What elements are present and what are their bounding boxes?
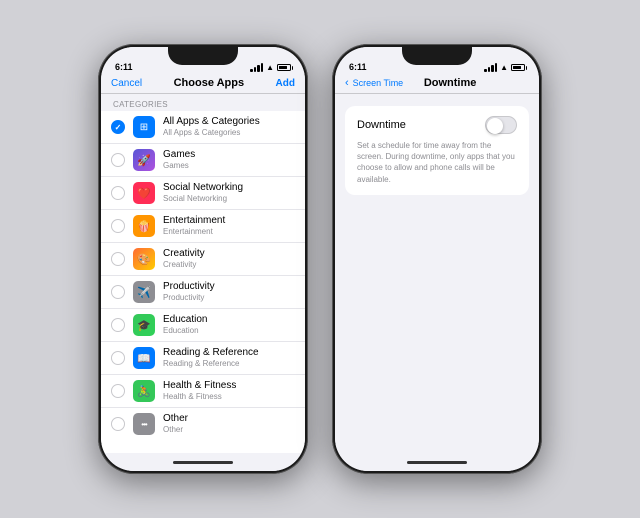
home-indicator [335, 453, 539, 471]
downtime-card: Downtime Set a schedule for time away fr… [345, 106, 529, 195]
radio-entertainment[interactable] [111, 219, 125, 233]
status-icons: ▲ [484, 63, 525, 72]
nav-bar-screentime: ‹ Screen Time Downtime [335, 75, 539, 94]
list-item[interactable]: 🎓 Education Education [101, 309, 305, 342]
signal-icon [250, 63, 263, 72]
back-label[interactable]: Screen Time [353, 78, 404, 88]
radio-education[interactable] [111, 318, 125, 332]
home-indicator [101, 453, 305, 471]
item-subtitle: Creativity [163, 260, 295, 270]
social-icon: ❤️ [133, 182, 155, 204]
home-bar [173, 461, 233, 464]
list-item[interactable]: 📖 Reading & Reference Reading & Referenc… [101, 342, 305, 375]
item-subtitle: Other [163, 425, 295, 435]
item-subtitle: Education [163, 326, 295, 336]
list-item[interactable]: 🚀 Games Games [101, 144, 305, 177]
health-icon: 🚴 [133, 380, 155, 402]
battery-icon [511, 64, 525, 71]
item-text-health: Health & Fitness Health & Fitness [163, 380, 295, 402]
section-header: CATEGORIES [101, 94, 305, 111]
item-text-reading: Reading & Reference Reading & Reference [163, 347, 295, 369]
radio-all[interactable] [111, 120, 125, 134]
item-text-education: Education Education [163, 314, 295, 336]
item-subtitle: Social Networking [163, 194, 295, 204]
education-icon: 🎓 [133, 314, 155, 336]
status-icons: ▲ [250, 63, 291, 72]
phone-downtime: 6:11 ▲ ‹ Screen Time Downtime [332, 44, 542, 474]
item-subtitle: Health & Fitness [163, 392, 295, 402]
radio-other[interactable] [111, 417, 125, 431]
radio-social[interactable] [111, 186, 125, 200]
item-title: Entertainment [163, 215, 295, 227]
time-display: 6:11 [115, 62, 133, 72]
item-title: Productivity [163, 281, 295, 293]
radio-games[interactable] [111, 153, 125, 167]
list-item[interactable]: 🚴 Health & Fitness Health & Fitness [101, 375, 305, 408]
item-title: Other [163, 413, 295, 425]
item-title: Education [163, 314, 295, 326]
categories-list: ⊞ All Apps & Categories All Apps & Categ… [101, 111, 305, 453]
other-icon: ••• [133, 413, 155, 435]
back-arrow-icon[interactable]: ‹ [345, 77, 349, 89]
list-item[interactable]: ❤️ Social Networking Social Networking [101, 177, 305, 210]
downtime-label: Downtime [357, 119, 406, 131]
item-title: All Apps & Categories [163, 116, 295, 128]
item-title: Creativity [163, 248, 295, 260]
home-bar [407, 461, 467, 464]
list-item[interactable]: ✈️ Productivity Productivity [101, 276, 305, 309]
battery-icon [277, 64, 291, 71]
item-subtitle: Reading & Reference [163, 359, 295, 369]
screen-time-content: Downtime Set a schedule for time away fr… [335, 94, 539, 453]
item-text-all: All Apps & Categories All Apps & Categor… [163, 116, 295, 138]
item-text-creativity: Creativity Creativity [163, 248, 295, 270]
item-text-social: Social Networking Social Networking [163, 182, 295, 204]
downtime-toggle[interactable] [485, 116, 517, 134]
wifi-icon: ▲ [266, 63, 274, 72]
radio-health[interactable] [111, 384, 125, 398]
games-icon: 🚀 [133, 149, 155, 171]
item-subtitle: Games [163, 161, 295, 171]
item-subtitle: All Apps & Categories [163, 128, 295, 138]
signal-icon [484, 63, 497, 72]
notch [168, 47, 238, 65]
creativity-icon: 🎨 [133, 248, 155, 270]
productivity-icon: ✈️ [133, 281, 155, 303]
radio-reading[interactable] [111, 351, 125, 365]
add-button[interactable]: Add [276, 78, 295, 89]
downtime-description: Set a schedule for time away from the sc… [357, 140, 517, 185]
list-item[interactable]: ⊞ All Apps & Categories All Apps & Categ… [101, 111, 305, 144]
item-text-other: Other Other [163, 413, 295, 435]
item-text-games: Games Games [163, 149, 295, 171]
wifi-icon: ▲ [500, 63, 508, 72]
notch [402, 47, 472, 65]
list-item[interactable]: 🍿 Entertainment Entertainment [101, 210, 305, 243]
page-title: Choose Apps [174, 77, 245, 89]
list-item[interactable]: ••• Other Other [101, 408, 305, 440]
downtime-row: Downtime [357, 116, 517, 134]
item-title: Health & Fitness [163, 380, 295, 392]
item-text-entertainment: Entertainment Entertainment [163, 215, 295, 237]
item-title: Games [163, 149, 295, 161]
item-subtitle: Entertainment [163, 227, 295, 237]
cancel-button[interactable]: Cancel [111, 78, 142, 89]
page-title: Downtime [424, 77, 477, 89]
toggle-knob [487, 118, 503, 134]
reading-icon: 📖 [133, 347, 155, 369]
nav-bar: Cancel Choose Apps Add [101, 75, 305, 94]
radio-creativity[interactable] [111, 252, 125, 266]
all-apps-icon: ⊞ [133, 116, 155, 138]
time-display: 6:11 [349, 62, 367, 72]
phone-choose-apps: 6:11 ▲ Cancel Choose Apps Add CATEGORI [98, 44, 308, 474]
list-item[interactable]: 🎨 Creativity Creativity [101, 243, 305, 276]
entertainment-icon: 🍿 [133, 215, 155, 237]
item-text-productivity: Productivity Productivity [163, 281, 295, 303]
item-title: Reading & Reference [163, 347, 295, 359]
item-subtitle: Productivity [163, 293, 295, 303]
radio-productivity[interactable] [111, 285, 125, 299]
item-title: Social Networking [163, 182, 295, 194]
